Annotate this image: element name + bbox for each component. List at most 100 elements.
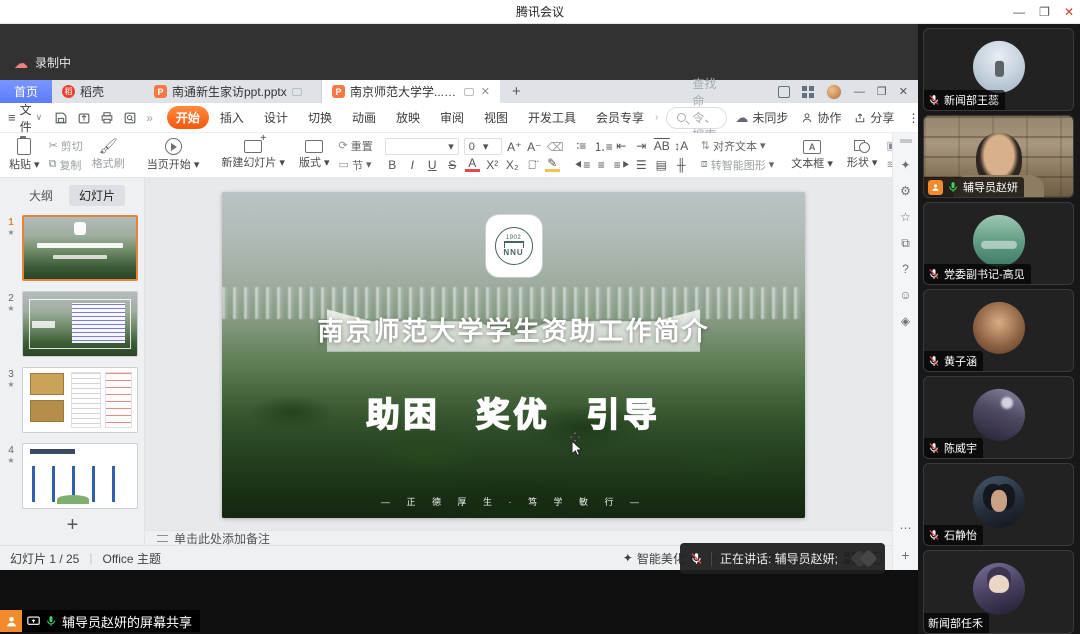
format-painter-button[interactable]: 🖌︎ 格式刷 [87, 135, 130, 175]
font-name-select[interactable]: ▾ [385, 138, 459, 155]
more-panes-icon[interactable]: ⋯ [900, 522, 912, 534]
theme-name[interactable]: Office 主题 [102, 550, 160, 567]
slide-thumbnail-3[interactable]: 3★ [0, 362, 145, 438]
copy-button[interactable]: ⧉复制 [49, 157, 83, 173]
decrease-font-icon[interactable]: A⁻ [527, 140, 542, 154]
ribbon-tab-animation[interactable]: 动画 [343, 106, 385, 129]
wps-minimize-icon[interactable]: — [854, 86, 865, 98]
underline-button[interactable]: U [425, 158, 440, 172]
object-properties-icon[interactable]: ⚙ [900, 185, 911, 197]
print-preview-icon[interactable] [123, 111, 137, 125]
participant-tile[interactable]: 石静怡 [923, 463, 1074, 546]
text-box-button[interactable]: A 文本框 ▾ [786, 135, 838, 175]
tab-docer[interactable]: 稻 稻壳 [52, 80, 144, 103]
participant-tile[interactable]: 新闻部任禾 [923, 550, 1074, 634]
wps-restore-icon[interactable]: ❐ [877, 85, 887, 98]
apps-grid-icon[interactable] [802, 86, 814, 98]
feedback-icon[interactable]: ☺ [899, 289, 911, 301]
participant-tile[interactable]: 辅导员赵妍 [923, 115, 1074, 198]
close-icon[interactable]: ✕ [1064, 5, 1074, 19]
justify-button[interactable]: ☰ [634, 158, 649, 172]
pin-icon[interactable]: ◈ [901, 315, 910, 327]
layout-button[interactable]: 版式 ▾ [294, 135, 335, 175]
ribbon-tab-slideshow[interactable]: 放映 [387, 106, 429, 129]
chevron-right-icon[interactable]: › [655, 112, 658, 123]
account-avatar[interactable] [826, 84, 842, 100]
decrease-indent-button[interactable]: ⇤ [614, 139, 629, 153]
tab-document-1[interactable]: P 南通新生家访ppt.pptx [144, 80, 322, 103]
maximize-icon[interactable]: ❐ [1039, 5, 1050, 19]
add-pane-icon[interactable]: + [901, 548, 909, 562]
layers-icon[interactable]: ⧉ [901, 237, 910, 249]
sync-status[interactable]: ☁ 未同步 [735, 109, 788, 126]
cut-button[interactable]: ✂剪切 [49, 138, 83, 154]
ribbon-tab-design[interactable]: 设计 [255, 106, 297, 129]
subscript-button[interactable]: X₂ [505, 158, 520, 172]
wps-close-icon[interactable]: ✕ [899, 85, 908, 98]
save-icon[interactable] [54, 111, 68, 125]
ribbon-tab-home[interactable]: 开始 [167, 106, 209, 129]
ribbon-tab-devtools[interactable]: 开发工具 [519, 106, 585, 129]
shapes-button[interactable]: 形状 ▾ [842, 135, 883, 175]
distribute-button[interactable]: ▤ [654, 158, 669, 172]
line-spacing-button[interactable]: ↕A [674, 139, 689, 153]
tab-close-icon[interactable]: ✕ [481, 85, 490, 98]
command-search-input[interactable]: 查找命令、搜索模板 [666, 107, 727, 129]
participant-tile[interactable]: 黄子涵 [923, 289, 1074, 372]
minimize-icon[interactable]: — [1013, 5, 1025, 19]
collaborate-button[interactable]: 协作 [801, 109, 841, 126]
ribbon-tab-transition[interactable]: 切换 [299, 106, 341, 129]
paste-button[interactable]: 粘贴 ▾ [4, 135, 45, 175]
phonetic-guide-button[interactable]: 变̈ [525, 158, 540, 172]
column-spacing-button[interactable]: ╫ [674, 158, 689, 172]
increase-indent-button[interactable]: ⇥ [634, 139, 649, 153]
pane-handle-icon[interactable] [900, 139, 912, 143]
export-icon[interactable] [77, 111, 91, 125]
align-left-button[interactable]: ⯇≡ [574, 158, 589, 173]
slide-thumbnail-2[interactable]: 2★ [0, 286, 145, 362]
align-right-button[interactable]: ≡⯈ [614, 158, 629, 173]
clear-format-icon[interactable]: ⌫ [547, 140, 562, 154]
slide-thumbnail-4[interactable]: 4★ [0, 438, 145, 510]
workspace-icon[interactable] [778, 86, 790, 98]
play-from-current-button[interactable]: 当页开始 ▾ [142, 135, 205, 175]
superscript-button[interactable]: X² [485, 158, 500, 172]
slide-thumbnail-1[interactable]: 1★ [0, 210, 145, 286]
outline-tab[interactable]: 大纲 [19, 185, 63, 206]
share-button[interactable]: 分享 [854, 109, 894, 126]
smart-beautify-rocket-icon[interactable]: ✦ [900, 159, 910, 171]
tab-document-2-active[interactable]: P 南京师范大学学...工作介绍ppt ✕ [322, 80, 500, 103]
align-text-button[interactable]: ⇅对齐文本 ▾ [701, 138, 775, 154]
ribbon-tab-view[interactable]: 视图 [475, 106, 517, 129]
align-center-button[interactable]: ≡ [594, 158, 609, 172]
font-color-button[interactable]: A [465, 158, 480, 172]
section-button[interactable]: ▭节 ▾ [339, 157, 373, 173]
text-direction-button[interactable]: AB [654, 139, 669, 153]
highlight-button[interactable]: ✎ [545, 158, 560, 172]
font-size-select[interactable]: 0 ▾ [464, 138, 502, 155]
help-icon[interactable]: ? [902, 263, 909, 275]
ribbon-tab-insert[interactable]: 插入 [211, 106, 253, 129]
bullet-list-button[interactable]: ∶≡ [574, 139, 589, 153]
participant-tile[interactable]: 党委副书记-高见 [923, 202, 1074, 285]
strikethrough-button[interactable]: S [445, 158, 460, 172]
convert-smartart-button[interactable]: ⧈转智能图形 ▾ [701, 157, 775, 173]
ribbon-tab-review[interactable]: 审阅 [431, 106, 473, 129]
slides-tab[interactable]: 幻灯片 [69, 185, 125, 206]
reset-button[interactable]: ⟳重置 [339, 138, 373, 154]
ribbon-tab-member[interactable]: 会员专享 [587, 106, 653, 129]
increase-font-icon[interactable]: A⁺ [507, 140, 522, 154]
participant-tile[interactable]: 陈威宇 [923, 376, 1074, 459]
italic-button[interactable]: I [405, 158, 420, 172]
numbered-list-button[interactable]: ⒈≡ [594, 138, 609, 155]
slide-1-canvas[interactable]: 1902 NNU 南京师范大学学生资助工作简介 助困 奖优 引导 — 正 德 厚… [222, 192, 805, 518]
add-slide-button[interactable]: + [0, 514, 145, 537]
print-icon[interactable] [100, 111, 114, 125]
file-menu[interactable]: ≡ 文件 ∨ [8, 101, 42, 135]
more-quick-icons[interactable]: » [146, 111, 153, 125]
new-slide-button[interactable]: 新建幻灯片 ▾ [216, 135, 290, 175]
new-tab-button[interactable]: + [500, 80, 533, 103]
participant-tile[interactable]: 新闻部王蕊 [923, 28, 1074, 111]
effects-star-icon[interactable]: ☆ [900, 211, 911, 223]
bold-button[interactable]: B [385, 158, 400, 172]
